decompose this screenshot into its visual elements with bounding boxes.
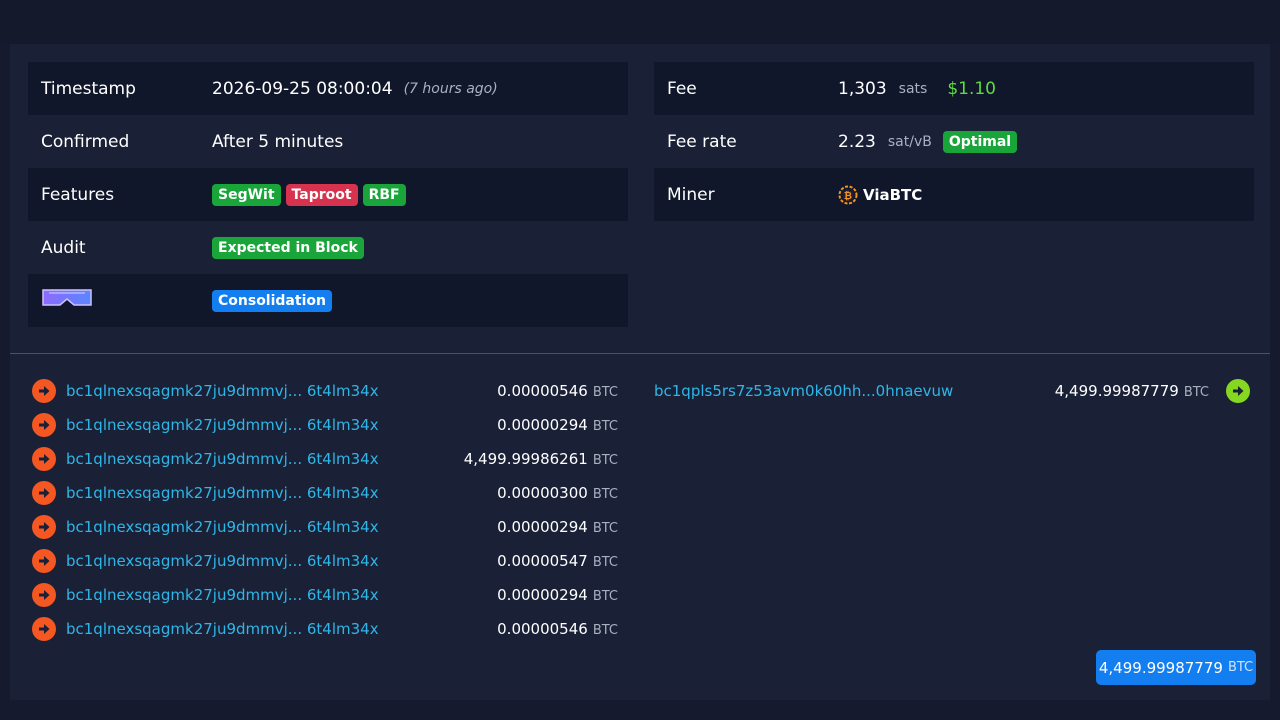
input-address[interactable]: bc1qlnexsqagmk27ju9dmmvj... 6t4lm34x xyxy=(66,416,379,434)
btc-unit: BTC xyxy=(592,589,618,604)
timestamp-value: 2026-09-25 08:00:04 xyxy=(212,78,393,99)
taproot-badge[interactable]: Taproot xyxy=(285,183,358,206)
miner-link[interactable]: ₿ ViaBTC xyxy=(838,185,922,205)
input-amount: 0.00000294 xyxy=(497,416,588,434)
rbf-badge[interactable]: RBF xyxy=(362,183,406,206)
arrow-right-icon[interactable] xyxy=(32,583,56,607)
input-row: bc1qlnexsqagmk27ju9dmmvj... 6t4lm34x 4,4… xyxy=(32,442,622,476)
audit-row: Audit Expected in Block xyxy=(28,221,628,274)
fee-rate-row: Fee rate 2.23 sat/vB Optimal xyxy=(654,115,1254,168)
input-address[interactable]: bc1qlnexsqagmk27ju9dmmvj... 6t4lm34x xyxy=(66,382,379,400)
btc-unit: BTC xyxy=(592,419,618,434)
input-row: bc1qlnexsqagmk27ju9dmmvj... 6t4lm34x 0.0… xyxy=(32,510,622,544)
tag-row: Consolidation xyxy=(28,274,628,327)
input-amount: 0.00000300 xyxy=(497,484,588,502)
section-divider xyxy=(10,353,1270,354)
features-label: Features xyxy=(41,184,115,205)
input-row: bc1qlnexsqagmk27ju9dmmvj... 6t4lm34x 0.0… xyxy=(32,578,622,612)
btc-unit: BTC xyxy=(592,555,618,570)
btc-unit: BTC xyxy=(1183,385,1209,400)
input-row: bc1qlnexsqagmk27ju9dmmvj... 6t4lm34x 0.0… xyxy=(32,374,622,408)
details-table-right: Fee 1,303 sats $1.10 Fee rate 2.23 sat/v… xyxy=(654,62,1254,221)
fee-value: 1,303 xyxy=(838,78,887,99)
miner-name: ViaBTC xyxy=(863,185,923,204)
output-row: bc1qpls5rs7z53avm0k60hh...0hnaevuw 4,499… xyxy=(654,374,1250,408)
input-row: bc1qlnexsqagmk27ju9dmmvj... 6t4lm34x 0.0… xyxy=(32,476,622,510)
btc-unit: BTC xyxy=(1227,660,1254,675)
input-amount: 0.00000294 xyxy=(497,518,588,536)
output-amount: 4,499.99987779 xyxy=(1054,382,1179,400)
miner-row: Miner ₿ ViaBTC xyxy=(654,168,1254,221)
fee-rate-label: Fee rate xyxy=(667,131,737,152)
fee-unit: sats xyxy=(898,80,928,97)
expected-in-block-badge[interactable]: Expected in Block xyxy=(212,236,364,259)
confirmed-label: Confirmed xyxy=(41,131,130,152)
input-address[interactable]: bc1qlnexsqagmk27ju9dmmvj... 6t4lm34x xyxy=(66,450,379,468)
timestamp-row: Timestamp 2026-09-25 08:00:04 (7 hours a… xyxy=(28,62,628,115)
fee-row: Fee 1,303 sats $1.10 xyxy=(654,62,1254,115)
btc-unit: BTC xyxy=(592,385,618,400)
consolidation-badge[interactable]: Consolidation xyxy=(212,289,332,312)
arrow-right-icon[interactable] xyxy=(32,447,56,471)
features-row: Features SegWit Taproot RBF xyxy=(28,168,628,221)
arrow-right-icon[interactable] xyxy=(32,481,56,505)
arrow-right-icon[interactable] xyxy=(32,549,56,573)
input-address[interactable]: bc1qlnexsqagmk27ju9dmmvj... 6t4lm34x xyxy=(66,484,379,502)
top-strip xyxy=(0,0,1280,44)
input-address[interactable]: bc1qlnexsqagmk27ju9dmmvj... 6t4lm34x xyxy=(66,620,379,638)
fee-rate-unit: sat/vB xyxy=(887,133,932,150)
btc-unit: BTC xyxy=(592,487,618,502)
svg-text:₿: ₿ xyxy=(844,190,852,202)
output-address[interactable]: bc1qpls5rs7z53avm0k60hh...0hnaevuw xyxy=(654,382,953,400)
btc-unit: BTC xyxy=(592,521,618,536)
total-amount-button[interactable]: 4,499.99987779 BTC xyxy=(1096,650,1256,685)
details-table-left: Timestamp 2026-09-25 08:00:04 (7 hours a… xyxy=(28,62,628,327)
optimal-badge[interactable]: Optimal xyxy=(942,130,1018,153)
segwit-badge[interactable]: SegWit xyxy=(212,183,281,206)
input-row: bc1qlnexsqagmk27ju9dmmvj... 6t4lm34x 0.0… xyxy=(32,408,622,442)
fee-label: Fee xyxy=(667,78,697,99)
arrow-right-icon[interactable] xyxy=(1226,379,1250,403)
total-amount: 4,499.99987779 xyxy=(1098,658,1223,677)
fee-usd: $1.10 xyxy=(947,78,996,99)
confirmed-row: Confirmed After 5 minutes xyxy=(28,115,628,168)
input-address[interactable]: bc1qlnexsqagmk27ju9dmmvj... 6t4lm34x xyxy=(66,586,379,604)
fee-rate-value: 2.23 xyxy=(838,131,876,152)
input-amount: 0.00000294 xyxy=(497,586,588,604)
arrow-right-icon[interactable] xyxy=(32,379,56,403)
goggles-icon xyxy=(42,289,92,306)
input-amount: 0.00000546 xyxy=(497,382,588,400)
input-address[interactable]: bc1qlnexsqagmk27ju9dmmvj... 6t4lm34x xyxy=(66,552,379,570)
input-row: bc1qlnexsqagmk27ju9dmmvj... 6t4lm34x 0.0… xyxy=(32,544,622,578)
arrow-right-icon[interactable] xyxy=(32,515,56,539)
input-amount: 0.00000547 xyxy=(497,552,588,570)
confirmed-value: After 5 minutes xyxy=(212,131,344,152)
arrow-right-icon[interactable] xyxy=(32,617,56,641)
miner-label: Miner xyxy=(667,184,715,205)
input-row: bc1qlnexsqagmk27ju9dmmvj... 6t4lm34x 0.0… xyxy=(32,612,622,646)
inputs-list: bc1qlnexsqagmk27ju9dmmvj... 6t4lm34x 0.0… xyxy=(32,374,622,646)
input-amount: 0.00000546 xyxy=(497,620,588,638)
timestamp-label: Timestamp xyxy=(41,78,136,99)
input-amount: 4,499.99986261 xyxy=(463,450,588,468)
input-address[interactable]: bc1qlnexsqagmk27ju9dmmvj... 6t4lm34x xyxy=(66,518,379,536)
btc-unit: BTC xyxy=(592,453,618,468)
btc-unit: BTC xyxy=(592,623,618,638)
audit-label: Audit xyxy=(41,237,86,258)
bitcoin-icon: ₿ xyxy=(838,185,858,204)
arrow-right-icon[interactable] xyxy=(32,413,56,437)
timestamp-relative: (7 hours ago) xyxy=(403,80,498,97)
